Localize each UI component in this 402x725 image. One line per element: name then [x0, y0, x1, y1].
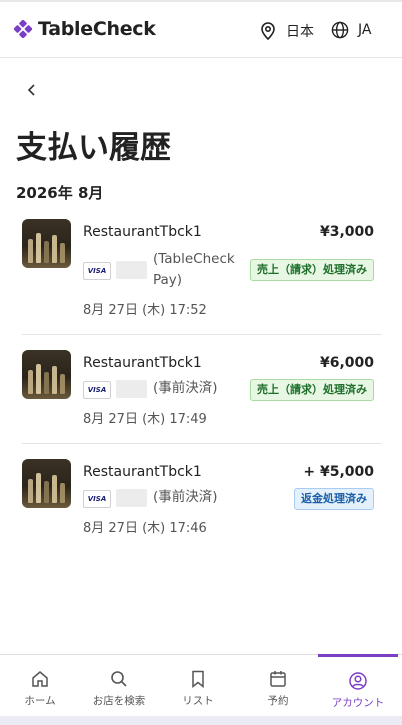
- region-label: 日本: [286, 24, 314, 40]
- tab-account[interactable]: アカウント: [318, 654, 398, 719]
- payment-method: (事前決済): [153, 380, 218, 396]
- payment-item[interactable]: RestaurantTbck1 + ¥5,000 VISA (事前決済) 返金処…: [22, 459, 382, 539]
- tab-label: リスト: [182, 695, 214, 707]
- payment-datetime: 8月 27日 (木) 17:52: [83, 303, 207, 318]
- payment-datetime: 8月 27日 (木) 17:49: [83, 412, 207, 427]
- brand-logo[interactable]: TableCheck: [14, 18, 156, 40]
- payment-datetime: 8月 27日 (木) 17:46: [83, 521, 207, 536]
- status-badge: 売上（請求）処理済み: [250, 259, 374, 281]
- status-badge: 売上（請求）処理済み: [250, 379, 374, 401]
- tab-label: 予約: [267, 695, 289, 707]
- tablecheck-logo-icon: [14, 20, 32, 38]
- restaurant-name: RestaurantTbck1: [83, 464, 202, 480]
- restaurant-name: RestaurantTbck1: [83, 355, 202, 371]
- language-selector[interactable]: JA: [331, 21, 371, 39]
- payment-amount: + ¥5,000: [303, 464, 374, 480]
- payment-amount: ¥3,000: [319, 224, 374, 240]
- restaurant-name: RestaurantTbck1: [83, 224, 202, 240]
- globe-icon: [331, 21, 349, 39]
- tab-label: アカウント: [331, 697, 385, 709]
- tab-home[interactable]: ホーム: [0, 655, 80, 717]
- search-icon: [111, 671, 127, 687]
- bottom-tab-bar: ホーム お店を検索 リスト 予約 アカウント: [0, 654, 402, 717]
- account-icon: [349, 672, 367, 690]
- location-pin-icon: [261, 22, 275, 40]
- visa-card-icon: VISA: [83, 381, 111, 399]
- home-indicator-strip: [0, 716, 402, 725]
- month-heading: 2026年 8月: [16, 184, 104, 202]
- calendar-icon: [270, 671, 286, 687]
- payment-item[interactable]: RestaurantTbck1 ¥3,000 VISA (TableCheck …: [22, 219, 382, 335]
- restaurant-thumbnail: [22, 219, 71, 268]
- tab-search[interactable]: お店を検索: [79, 655, 159, 717]
- page-title: 支払い履歴: [16, 130, 171, 166]
- masked-card-number: [116, 380, 147, 398]
- visa-card-icon: VISA: [83, 262, 111, 280]
- visa-card-icon: VISA: [83, 490, 111, 508]
- home-icon: [32, 671, 48, 687]
- payment-method: (TableCheck Pay): [153, 251, 235, 288]
- masked-card-number: [116, 261, 147, 279]
- restaurant-thumbnail: [22, 459, 71, 508]
- restaurant-thumbnail: [22, 350, 71, 399]
- bookmark-icon: [192, 670, 204, 689]
- masked-card-number: [116, 489, 147, 507]
- back-chevron-icon[interactable]: [22, 80, 42, 100]
- brand-name: TableCheck: [38, 18, 156, 40]
- app-header: TableCheck 日本 JA: [0, 0, 402, 58]
- status-badge: 返金処理済み: [294, 488, 374, 510]
- tab-label: お店を検索: [92, 695, 146, 707]
- language-label: JA: [358, 22, 372, 38]
- region-selector[interactable]: 日本: [259, 21, 314, 41]
- tab-list[interactable]: リスト: [158, 655, 238, 717]
- payment-method: (事前決済): [153, 489, 218, 505]
- payment-amount: ¥6,000: [319, 355, 374, 371]
- tab-reservations[interactable]: 予約: [238, 655, 318, 717]
- payment-item[interactable]: RestaurantTbck1 ¥6,000 VISA (事前決済) 売上（請求…: [22, 350, 382, 444]
- tab-label: ホーム: [24, 695, 56, 707]
